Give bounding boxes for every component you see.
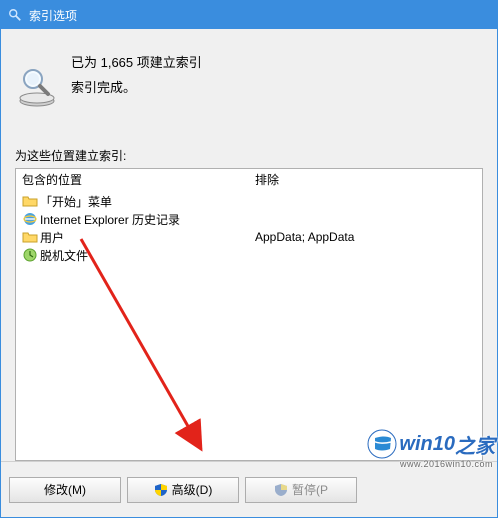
included-column: 包含的位置 「开始」菜单 Internet Explorer 历史记录 — [16, 169, 249, 460]
exclude-column: 排除 AppData; AppData — [249, 169, 482, 460]
uac-shield-icon — [154, 483, 168, 497]
list-item[interactable]: Internet Explorer 历史记录 — [18, 210, 247, 228]
included-header: 包含的位置 — [16, 169, 249, 190]
indexing-state: 索引完成。 — [71, 76, 202, 101]
exclude-body: AppData; AppData — [249, 190, 482, 266]
button-label: 暂停(P — [292, 481, 328, 498]
exclude-header: 排除 — [249, 169, 482, 190]
window-title: 索引选项 — [29, 7, 77, 24]
indexing-icon — [7, 7, 23, 23]
exclude-cell — [255, 210, 476, 228]
exclude-cell: AppData; AppData — [255, 228, 476, 246]
list-item-label: 「开始」菜单 — [40, 193, 112, 210]
ie-icon — [22, 211, 38, 227]
magnifier-drive-icon — [15, 65, 59, 109]
exclude-cell — [255, 246, 476, 264]
indexing-options-dialog: 索引选项 已为 1,665 项建立索引 索引完成。 为这些位置建立索引: 包含 — [0, 0, 498, 518]
list-item-label: Internet Explorer 历史记录 — [40, 211, 180, 228]
button-bar: 修改(M) 高级(D) 暂停(P — [1, 461, 497, 517]
uac-shield-icon — [274, 483, 288, 497]
status-row: 已为 1,665 项建立索引 索引完成。 — [15, 39, 483, 127]
list-item-label: 用户 — [40, 229, 64, 246]
list-item[interactable]: 脱机文件 — [18, 246, 247, 264]
button-label: 修改(M) — [44, 481, 86, 498]
list-item[interactable]: 用户 — [18, 228, 247, 246]
pause-button[interactable]: 暂停(P — [245, 477, 357, 503]
advanced-button[interactable]: 高级(D) — [127, 477, 239, 503]
modify-button[interactable]: 修改(M) — [9, 477, 121, 503]
exclude-cell — [255, 192, 476, 210]
title-bar[interactable]: 索引选项 — [1, 1, 497, 29]
offline-files-icon — [22, 247, 38, 263]
list-item-label: 脱机文件 — [40, 247, 88, 264]
status-text: 已为 1,665 项建立索引 索引完成。 — [71, 45, 202, 100]
folder-icon — [22, 193, 38, 209]
folder-icon — [22, 229, 38, 245]
locations-listbox[interactable]: 包含的位置 「开始」菜单 Internet Explorer 历史记录 — [15, 168, 483, 461]
button-label: 高级(D) — [172, 481, 213, 498]
indexed-count: 已为 1,665 项建立索引 — [71, 51, 202, 76]
list-item[interactable]: 「开始」菜单 — [18, 192, 247, 210]
included-body: 「开始」菜单 Internet Explorer 历史记录 用户 — [16, 190, 249, 266]
locations-label: 为这些位置建立索引: — [15, 147, 483, 164]
dialog-body: 已为 1,665 项建立索引 索引完成。 为这些位置建立索引: 包含的位置 「开… — [1, 29, 497, 461]
